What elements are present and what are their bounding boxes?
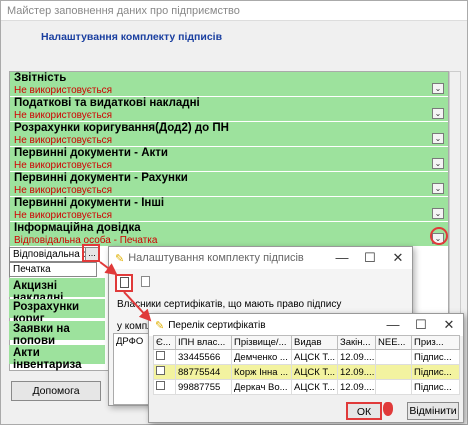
chevron-down-icon[interactable]: ⌄ <box>432 158 444 169</box>
cert-cell <box>375 364 412 380</box>
cert-window-title: Перелік сертифікатів <box>168 319 266 331</box>
cert-close-button[interactable]: ✕ <box>435 314 463 336</box>
cert-cell: 12.09.... <box>337 349 376 365</box>
row-checkbox[interactable] <box>153 349 176 365</box>
signature-info-text: Власники сертифікатів, що мають право пі… <box>117 299 342 310</box>
section-title: Розрахунки коригування(Дод2) до ПН <box>14 122 229 134</box>
edit-cert-button[interactable] <box>139 275 155 291</box>
cert-maximize-button[interactable]: ☐ <box>407 314 435 336</box>
cancel-button-label: Відмінити <box>409 405 457 417</box>
checkbox[interactable] <box>156 351 165 360</box>
section-title: Первинні документи - Акти <box>14 147 168 159</box>
cert-cell: АЦСК Т... <box>291 349 338 365</box>
ok-button[interactable]: ОК <box>346 402 382 420</box>
new-document-icon <box>120 277 129 288</box>
cert-row[interactable]: 33445566 Демченко ... АЦСК Т... 12.09.... Пі… <box>153 349 460 365</box>
section-title: Первинні документи - Рахунки <box>14 172 188 184</box>
cursor-pointer <box>383 402 393 416</box>
cert-cell: Деркач Во... <box>231 379 292 395</box>
col-header[interactable]: Є... <box>153 335 176 350</box>
signature-maximize-button[interactable]: ☐ <box>356 247 384 269</box>
cert-cell: 88775544 <box>175 364 232 380</box>
cert-cell: АЦСК Т... <box>291 379 338 395</box>
pencil-icon: ✎ <box>115 252 125 265</box>
col-drfo: ДРФО <box>116 336 144 347</box>
row-checkbox[interactable] <box>153 364 176 380</box>
section-row[interactable]: Звітність Не використовується ⌄ <box>10 72 448 96</box>
highlight-circle-dropdown <box>430 227 448 245</box>
chevron-down-icon[interactable]: ⌄ <box>432 83 444 94</box>
chevron-down-icon[interactable]: ⌄ <box>432 108 444 119</box>
cancel-button[interactable]: Відмінити <box>407 402 459 420</box>
section-row[interactable]: Первинні документи - Інші Не використовує… <box>10 197 448 221</box>
cert-row[interactable]: 99887755 Деркач Во... АЦСК Т... 12.09.... Пі… <box>153 379 460 395</box>
cert-cell: Підпис... <box>411 349 460 365</box>
section-status: Не використовується <box>14 85 113 96</box>
col-header[interactable]: NEE... <box>375 335 412 350</box>
col-header[interactable]: Видав <box>291 335 338 350</box>
chevron-down-icon[interactable]: ⌄ <box>432 183 444 194</box>
edit-document-icon <box>141 276 150 287</box>
expanded-field-2-text: Печатка <box>13 264 51 275</box>
cert-cell: АЦСК Т... <box>291 364 338 380</box>
lower-section-1[interactable]: Акцизні накладні <box>9 278 105 304</box>
ok-button-label: ОК <box>356 406 372 418</box>
cert-cell: Корж Інна ... <box>231 364 292 380</box>
section-title: Звітність <box>14 72 67 84</box>
signature-table: ДРФО <box>113 333 149 405</box>
chevron-down-icon[interactable]: ⌄ <box>432 133 444 144</box>
col-header[interactable]: Приз... <box>411 335 460 350</box>
cert-cell <box>375 349 412 365</box>
col-header[interactable]: Прізвище/... <box>231 335 292 350</box>
section-row[interactable]: Розрахунки коригування(Дод2) до ПН Не вик… <box>10 122 448 146</box>
section-title: Первинні документи - Інші <box>14 197 165 209</box>
cert-window: ✎ Перелік сертифікатів — ☐ ✕ Є... ІПН вл… <box>148 313 464 423</box>
col-header[interactable]: ІПН влас... <box>175 335 232 350</box>
cert-cell: Демченко ... <box>231 349 292 365</box>
cert-table: Є... ІПН влас... Прізвище/... Видав Закі… <box>153 335 460 395</box>
cert-table-header: Є... ІПН влас... Прізвище/... Видав Закі… <box>153 335 460 350</box>
checkbox[interactable] <box>156 366 165 375</box>
highlight-box-ellipsis <box>82 244 100 262</box>
signature-minimize-button[interactable]: — <box>328 247 356 269</box>
cert-cell: 12.09.... <box>337 379 376 395</box>
cert-cell: 12.09.... <box>337 364 376 380</box>
expanded-field-2[interactable]: Печатка <box>9 262 97 277</box>
section-status: Не використовується <box>14 210 113 221</box>
signature-window-title: Налаштування комплекту підписів <box>128 252 304 264</box>
section-row[interactable]: Інформаційна довідка Відповідальна особа … <box>10 222 448 246</box>
pencil-icon-2: ✎ <box>155 319 165 332</box>
section-status: Не використовується <box>14 160 113 171</box>
lower-section-2[interactable]: Розрахунки кориг <box>9 299 105 325</box>
signature-close-button[interactable]: ✕ <box>384 247 412 269</box>
section-row[interactable]: Первинні документи - Акти Не використовує… <box>10 147 448 171</box>
chevron-down-icon[interactable]: ⌄ <box>432 208 444 219</box>
lower-section-3[interactable]: Заявки на попови <box>9 321 105 347</box>
section-status: Не використовується <box>14 135 113 146</box>
section-title: Податкові та видаткові накладні <box>14 97 200 109</box>
section-title: Інформаційна довідка <box>14 222 141 234</box>
cert-row[interactable]: 88775544 Корж Інна ... АЦСК Т... 12.09.... П… <box>153 364 460 380</box>
cert-cell: 99887755 <box>175 379 232 395</box>
cert-cell: Підпис... <box>411 379 460 395</box>
row-checkbox[interactable] <box>153 379 176 395</box>
lower-section-4[interactable]: Акти інвентариза <box>9 345 105 371</box>
cert-cell <box>375 379 412 395</box>
expanded-field-1-text: Відповідальна о <box>13 249 89 260</box>
main-titlebar: Майстер заповнення даних про підприємств… <box>1 1 467 21</box>
section-status: Не використовується <box>14 110 113 121</box>
help-button[interactable]: Допомога <box>11 381 101 401</box>
cert-cell: Підпис... <box>411 364 460 380</box>
section-status: Не використовується <box>14 185 113 196</box>
main-window-title: Майстер заповнення даних про підприємств… <box>7 4 240 17</box>
cert-minimize-button[interactable]: — <box>379 314 407 336</box>
col-header[interactable]: Закін... <box>337 335 376 350</box>
section-row[interactable]: Податкові та видаткові накладні Не викори… <box>10 97 448 121</box>
page-header: Налаштування комплекту підписів <box>41 31 223 43</box>
add-cert-button[interactable] <box>115 274 133 292</box>
help-button-label: Допомога <box>32 385 80 397</box>
section-row[interactable]: Первинні документи - Рахунки Не використо… <box>10 172 448 196</box>
cert-cell: 33445566 <box>175 349 232 365</box>
checkbox[interactable] <box>156 381 165 390</box>
